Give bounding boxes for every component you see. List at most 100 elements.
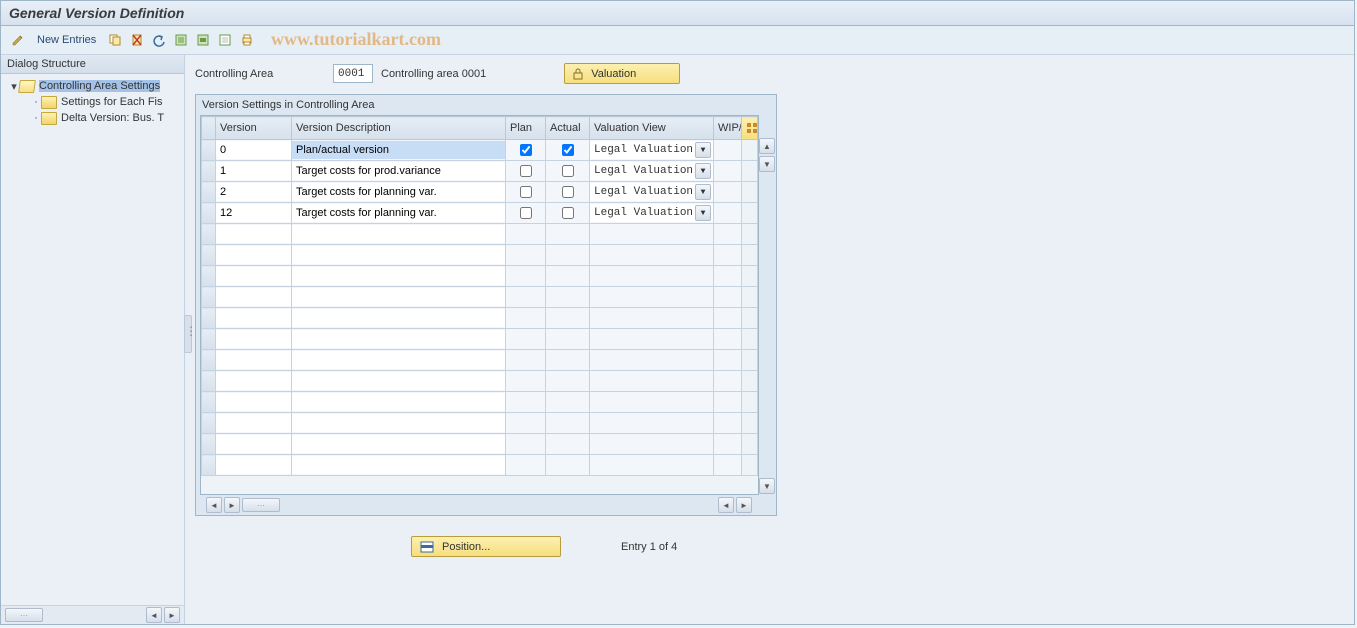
description-cell-input[interactable] [292,435,505,453]
row-selector[interactable] [202,308,216,329]
table-row[interactable] [202,308,758,329]
scroll-left-button[interactable]: ◄ [146,607,162,623]
col-version[interactable]: Version [216,117,292,140]
plan-checkbox[interactable] [520,165,532,177]
row-selector[interactable] [202,455,216,476]
table-row[interactable]: Legal Valuation▼ [202,140,758,161]
version-cell-input[interactable] [216,351,291,369]
row-selector[interactable] [202,392,216,413]
scroll-right-button[interactable]: ► [164,607,180,623]
undo-change-icon[interactable] [150,31,168,49]
table-row[interactable] [202,287,758,308]
table-row[interactable] [202,329,758,350]
row-selector[interactable] [202,161,216,182]
row-selector[interactable] [202,203,216,224]
valuation-view-select[interactable]: Legal Valuation▼ [590,162,713,180]
table-scroll-left-button[interactable]: ◄ [206,497,222,513]
sidebar-horizontal-scrollbar[interactable]: ⋯ ◄ ► [1,605,184,624]
version-cell-input[interactable] [216,225,291,243]
table-scroll-left2-button[interactable]: ◄ [718,497,734,513]
row-selector-header[interactable] [202,117,216,140]
version-cell-input[interactable] [216,246,291,264]
version-cell-input[interactable] [216,435,291,453]
table-scrollbar-thumb[interactable]: ⋯ [242,498,280,512]
dropdown-caret-icon[interactable]: ▼ [695,205,711,221]
description-cell-input[interactable] [292,309,505,327]
row-selector[interactable] [202,182,216,203]
table-config-icon[interactable] [742,117,758,140]
description-cell-input[interactable] [292,246,505,264]
tree-node[interactable]: ▾Controlling Area Settings [1,78,184,94]
row-selector[interactable] [202,140,216,161]
table-vertical-scrollbar[interactable]: ▲ ▼ ▼ [759,115,775,495]
plan-checkbox[interactable] [520,144,532,156]
description-cell-input[interactable] [292,372,505,390]
row-selector[interactable] [202,224,216,245]
version-cell-input[interactable] [216,372,291,390]
table-row[interactable] [202,224,758,245]
version-cell-input[interactable] [216,183,291,201]
table-horizontal-scrollbar[interactable]: ◄ ► ⋯ ◄ ► [196,495,776,515]
version-cell-input[interactable] [216,204,291,222]
table-row[interactable] [202,266,758,287]
version-cell-input[interactable] [216,288,291,306]
description-cell-input[interactable] [292,183,505,201]
table-row[interactable] [202,371,758,392]
print-icon[interactable] [238,31,256,49]
scrollbar-thumb[interactable]: ⋯ [5,608,43,622]
actual-checkbox[interactable] [562,207,574,219]
valuation-view-select[interactable]: Legal Valuation▼ [590,141,713,159]
plan-checkbox[interactable] [520,186,532,198]
row-selector[interactable] [202,434,216,455]
row-selector[interactable] [202,329,216,350]
copy-as-icon[interactable] [106,31,124,49]
tree-node[interactable]: ·Settings for Each Fis [1,94,184,110]
table-row[interactable]: Legal Valuation▼ [202,203,758,224]
select-block-icon[interactable] [194,31,212,49]
description-cell-input[interactable] [292,204,505,222]
controlling-area-code-input[interactable] [333,64,373,83]
description-cell-input[interactable] [292,267,505,285]
actual-checkbox[interactable] [562,144,574,156]
row-selector[interactable] [202,266,216,287]
version-cell-input[interactable] [216,456,291,474]
version-cell-input[interactable] [216,162,291,180]
scroll-up-button[interactable]: ▲ [759,138,775,154]
version-settings-table[interactable]: Version Version Description Plan Actual … [201,116,758,476]
version-cell-input[interactable] [216,330,291,348]
description-cell-input[interactable] [292,393,505,411]
description-cell-input[interactable] [292,288,505,306]
description-cell-input[interactable] [292,351,505,369]
dropdown-caret-icon[interactable]: ▼ [695,142,711,158]
select-all-icon[interactable] [172,31,190,49]
description-cell-input[interactable] [292,162,505,180]
description-cell-input[interactable] [292,225,505,243]
dialog-structure-tree[interactable]: ▾Controlling Area Settings·Settings for … [1,74,184,605]
table-row[interactable] [202,434,758,455]
table-row[interactable] [202,245,758,266]
plan-checkbox[interactable] [520,207,532,219]
version-cell-input[interactable] [216,267,291,285]
version-cell-input[interactable] [216,414,291,432]
dropdown-caret-icon[interactable]: ▼ [695,163,711,179]
version-cell-input[interactable] [216,309,291,327]
new-entries-button[interactable]: New Entries [31,30,102,50]
table-row[interactable] [202,413,758,434]
table-scroll-right-small-button[interactable]: ► [224,497,240,513]
table-row[interactable] [202,392,758,413]
row-selector[interactable] [202,245,216,266]
description-cell-input[interactable] [292,141,505,159]
position-button[interactable]: Position... [411,536,561,557]
row-selector[interactable] [202,371,216,392]
row-selector[interactable] [202,287,216,308]
row-selector[interactable] [202,413,216,434]
table-scroll-right-button[interactable]: ► [736,497,752,513]
col-actual[interactable]: Actual [546,117,590,140]
table-row[interactable] [202,455,758,476]
version-cell-input[interactable] [216,393,291,411]
valuation-button[interactable]: Valuation [564,63,680,84]
scroll-down-button[interactable]: ▼ [759,478,775,494]
col-description[interactable]: Version Description [292,117,506,140]
deselect-all-icon[interactable] [216,31,234,49]
col-wip[interactable]: WIP/ [714,117,742,140]
